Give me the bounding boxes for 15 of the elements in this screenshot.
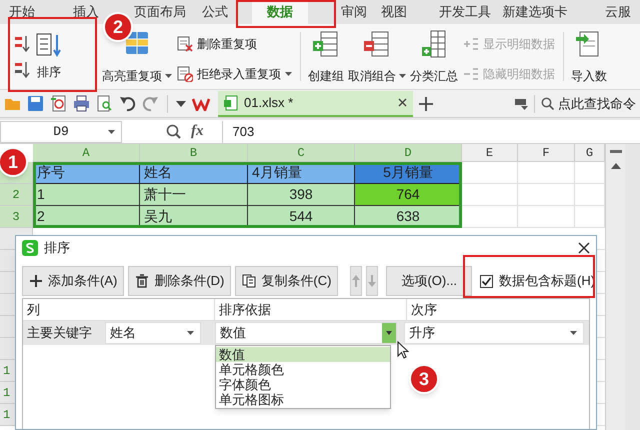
table-cell: 398 <box>248 184 355 206</box>
column-heading: 列 <box>26 300 41 319</box>
step-badge: 1 <box>0 147 28 177</box>
name-box-value: D9 <box>53 122 69 141</box>
dialog-title: 排序 <box>44 239 71 258</box>
table-cell: 萧十一 <box>140 184 248 206</box>
column-heading: 次序 <box>406 299 586 320</box>
file-tab-title: 01.xlsx * <box>244 94 294 112</box>
column-heading: 排序依据 <box>214 299 406 320</box>
select-value: 数值 <box>220 324 246 342</box>
table-cell: 764 <box>355 184 462 206</box>
table-cell: 1 <box>33 184 140 206</box>
select-value: 姓名 <box>110 324 136 342</box>
select-value: 升序 <box>409 324 435 342</box>
key-label: 主要关键字 <box>26 324 93 342</box>
